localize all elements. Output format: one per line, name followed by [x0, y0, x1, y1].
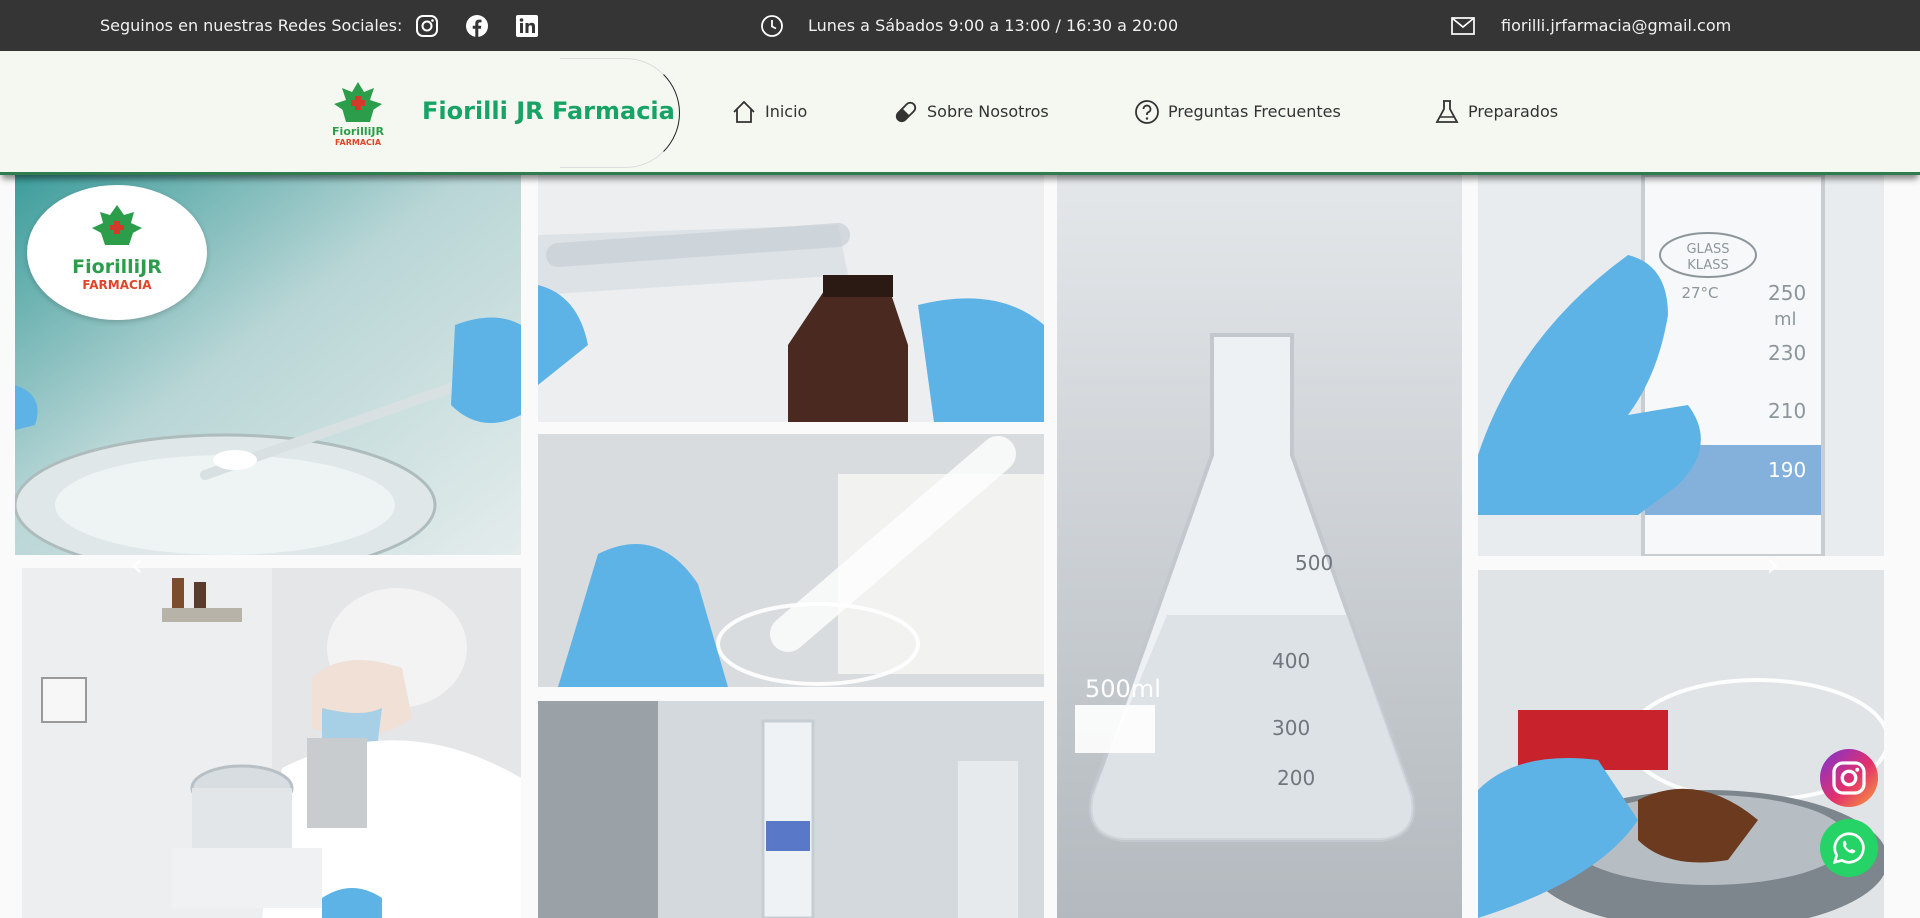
flask-mark-400: 400	[1272, 649, 1310, 673]
facebook-icon[interactable]	[464, 13, 490, 39]
nav-preparados[interactable]: Preparados	[1434, 51, 1558, 172]
gallery-image-test-tube	[538, 434, 1044, 687]
gallery-image-cylinder: GLASS KLASS 27°C 250 ml 230 210 190	[1478, 175, 1884, 556]
logo-badge: FiorilliJR FARMACIA	[27, 185, 207, 320]
gallery-prev-arrow[interactable]: ‹	[130, 545, 144, 585]
gallery-image-pouring	[538, 175, 1044, 422]
whatsapp-icon	[1831, 830, 1867, 866]
instagram-icon[interactable]	[414, 13, 440, 39]
cylinder-mark-230: 230	[1768, 341, 1806, 365]
hours-text: Lunes a Sábados 9:00 a 13:00 / 16:30 a 2…	[808, 16, 1179, 35]
nav-label: Sobre Nosotros	[927, 102, 1049, 121]
gallery-next-arrow[interactable]: ›	[1766, 545, 1780, 585]
hero-gallery: FiorilliJR FARMACIA 500 400 300 200 500m…	[0, 175, 1920, 918]
flask-icon	[1434, 99, 1460, 125]
brand-divider	[560, 58, 680, 168]
floating-instagram-button[interactable]	[1820, 749, 1878, 807]
email-link[interactable]: fiorilli.jrfarmacia@gmail.com	[1501, 16, 1731, 35]
logo-text-bottom: FARMACIA	[335, 138, 382, 147]
flask-mark-300: 300	[1272, 716, 1310, 740]
logo[interactable]: FiorilliJR FARMACIA	[326, 78, 390, 148]
site-header: FiorilliJR FARMACIA Fiorilli JR Farmacia…	[0, 51, 1920, 175]
cylinder-temp: 27°C	[1681, 284, 1718, 302]
nav-label: Preguntas Frecuentes	[1168, 102, 1341, 121]
clock-icon	[760, 14, 784, 38]
question-icon	[1134, 99, 1160, 125]
gallery-image-scale	[1478, 570, 1884, 918]
instagram-icon	[1831, 760, 1867, 796]
badge-text-bottom: FARMACIA	[82, 278, 152, 292]
cylinder-brand-bottom: KLASS	[1687, 258, 1728, 273]
gallery-image-lab-worker	[22, 568, 521, 918]
email-info[interactable]: fiorilli.jrfarmacia@gmail.com	[1451, 0, 1731, 51]
pill-icon	[893, 99, 919, 125]
nav-preguntas-frecuentes[interactable]: Preguntas Frecuentes	[1134, 51, 1341, 172]
linkedin-icon[interactable]	[514, 13, 540, 39]
logo-text-top: FiorilliJR	[332, 125, 384, 138]
flask-mark-500: 500	[1295, 551, 1333, 575]
nav-label: Inicio	[765, 102, 808, 121]
badge-text-top: FiorilliJR	[72, 256, 162, 278]
flask-label: 500ml	[1085, 675, 1161, 703]
home-icon	[731, 99, 757, 125]
cylinder-mark-190: 190	[1768, 458, 1806, 482]
social-label: Seguinos en nuestras Redes Sociales:	[100, 16, 403, 35]
nav-sobre-nosotros[interactable]: Sobre Nosotros	[893, 51, 1049, 172]
top-bar: Seguinos en nuestras Redes Sociales: Lun…	[0, 0, 1920, 51]
cylinder-mark-250: 250	[1768, 281, 1806, 305]
cylinder-mark-210: 210	[1768, 399, 1806, 423]
nav-label: Preparados	[1468, 102, 1559, 121]
flask-mark-200: 200	[1277, 766, 1315, 790]
cylinder-mark-ml: ml	[1774, 309, 1797, 330]
mail-icon	[1451, 16, 1475, 35]
gallery-image-vial	[538, 701, 1044, 918]
hours-info: Lunes a Sábados 9:00 a 13:00 / 16:30 a 2…	[760, 0, 1178, 51]
cylinder-brand-top: GLASS	[1686, 242, 1729, 257]
nav-inicio[interactable]: Inicio	[731, 51, 807, 172]
floating-whatsapp-button[interactable]	[1820, 819, 1878, 877]
gallery-image-flask: 500 400 300 200 500ml	[1057, 175, 1462, 918]
